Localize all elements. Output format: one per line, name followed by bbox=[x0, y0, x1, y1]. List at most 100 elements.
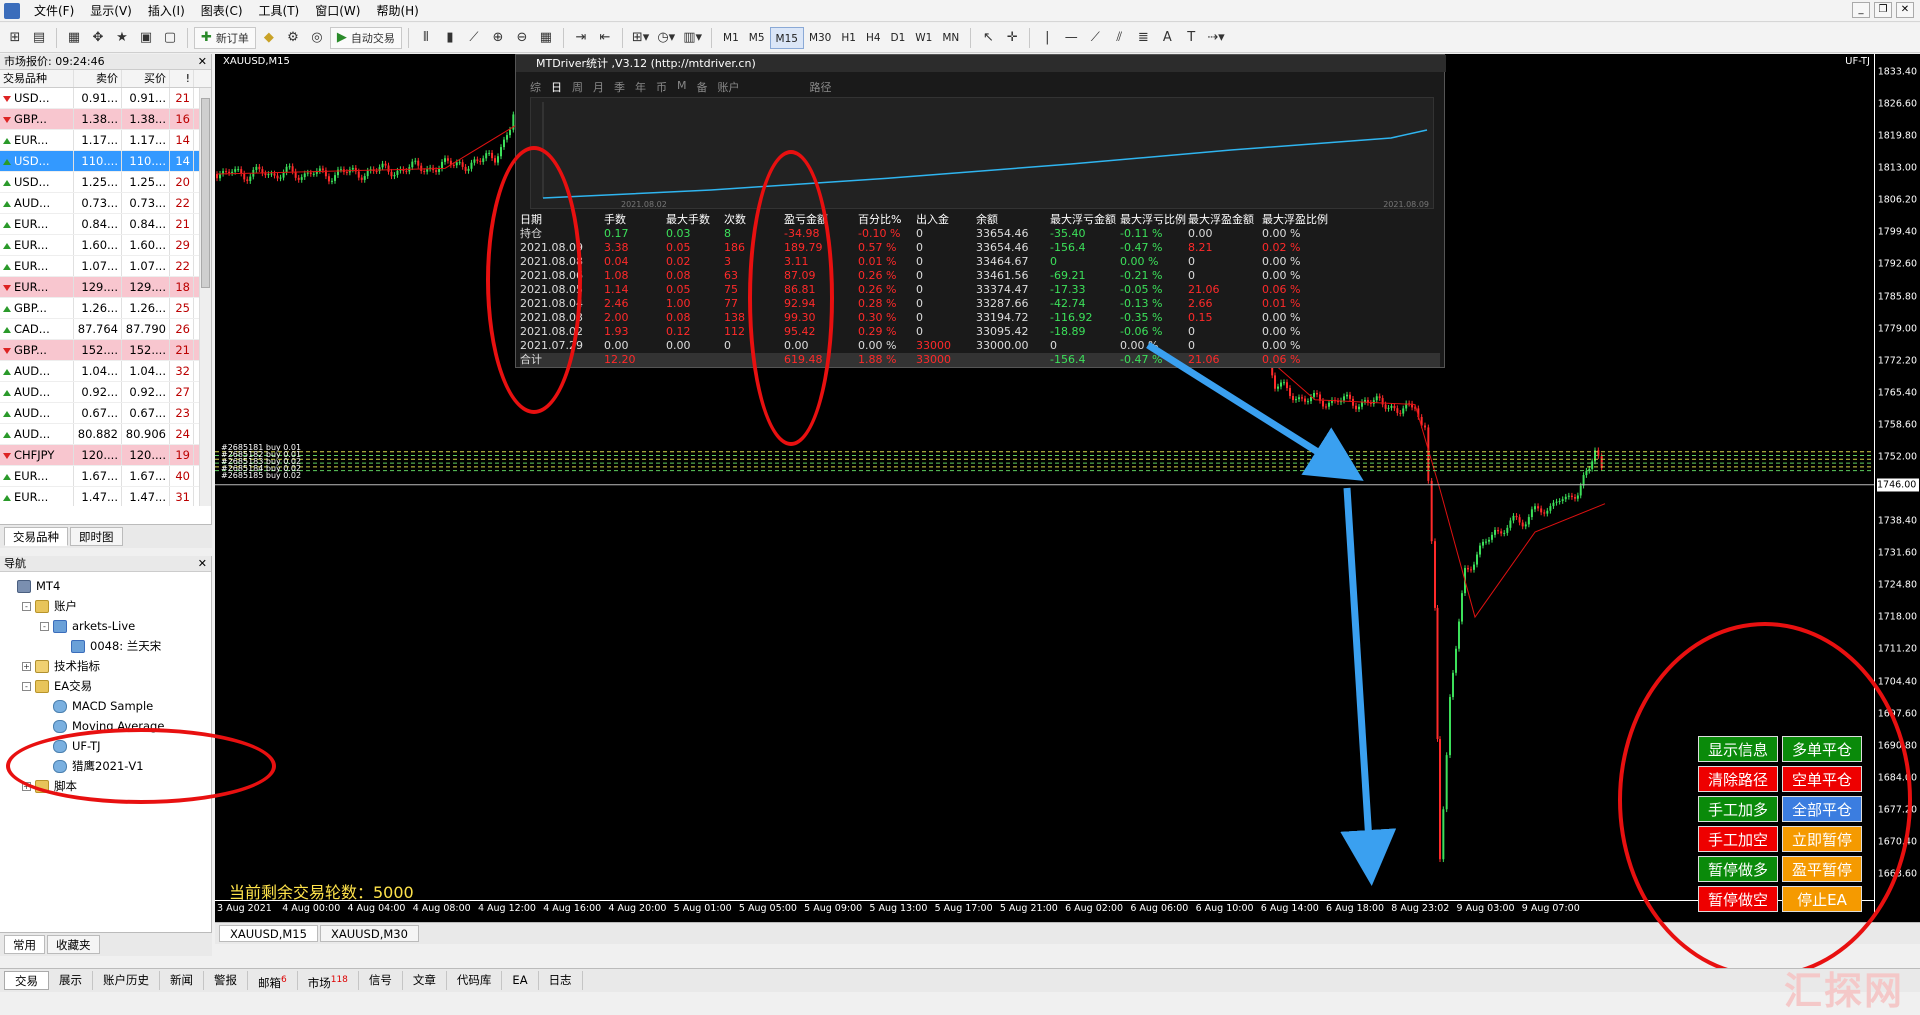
timeframe-mn[interactable]: MN bbox=[937, 27, 964, 49]
terminal-tab[interactable]: 日志 bbox=[539, 971, 583, 990]
nav-item[interactable]: - EA交易 bbox=[0, 676, 211, 696]
close-icon[interactable]: ✕ bbox=[198, 54, 207, 70]
terminal-tab[interactable]: 新闻 bbox=[160, 971, 204, 990]
terminal-tab[interactable]: 信号 bbox=[359, 971, 403, 990]
timeframe-m15[interactable]: M15 bbox=[769, 26, 804, 49]
arrows-icon[interactable]: ⇢▾ bbox=[1204, 27, 1227, 49]
tab-symbols[interactable]: 交易品种 bbox=[4, 527, 68, 546]
time-axis[interactable]: 3 Aug 2021 4 Aug 00:00 4 Aug 04:00 4 Aug 08… bbox=[215, 900, 1874, 918]
collapse-icon[interactable]: - bbox=[22, 601, 31, 611]
tile-windows-icon[interactable]: ▦ bbox=[535, 27, 557, 49]
label-icon[interactable]: T bbox=[1180, 27, 1202, 49]
terminal-tab[interactable]: 交易 bbox=[4, 971, 49, 990]
timeframe-h1[interactable]: H1 bbox=[836, 27, 861, 49]
stats-tab[interactable]: 季 bbox=[614, 79, 625, 95]
market-watch-row[interactable]: CAD... 87.764 87.790 26 bbox=[0, 319, 211, 340]
market-watch-row[interactable]: GBP... 152.... 152.... 21 bbox=[0, 340, 211, 361]
metaeditor-icon[interactable]: ◆ bbox=[258, 27, 280, 49]
col-symbol[interactable]: 交易品种 bbox=[0, 70, 74, 87]
stats-tab[interactable]: 周 bbox=[572, 79, 583, 95]
market-watch-row[interactable]: USD... 110.... 110.... 14 bbox=[0, 151, 211, 172]
trendline-icon[interactable]: ⟋ bbox=[1084, 27, 1106, 49]
market-watch-row[interactable]: EUR... 1.17... 1.17... 14 bbox=[0, 130, 211, 151]
horizontal-line-icon[interactable]: — bbox=[1060, 27, 1082, 49]
profiles-icon[interactable]: ▤ bbox=[28, 27, 50, 49]
stats-tab[interactable]: 币 bbox=[656, 79, 667, 95]
market-watch-row[interactable]: GBP... 1.26... 1.26... 25 bbox=[0, 298, 211, 319]
timeframe-m30[interactable]: M30 bbox=[804, 27, 836, 49]
restore-icon[interactable]: ❐ bbox=[1874, 2, 1892, 18]
market-watch-row[interactable]: GBP... 1.38... 1.38... 16 bbox=[0, 109, 211, 130]
market-watch-row[interactable]: EUR... 0.84... 0.84... 21 bbox=[0, 214, 211, 235]
autoscroll-icon[interactable]: ⇥ bbox=[570, 27, 592, 49]
candle-chart-icon[interactable]: ▮ bbox=[439, 27, 461, 49]
terminal-tab[interactable]: 代码库 bbox=[447, 971, 503, 990]
tab-chart-m30[interactable]: XAUUSD,M30 bbox=[319, 925, 419, 942]
cursor-icon[interactable]: ↖ bbox=[977, 27, 999, 49]
navigator-icon[interactable]: ★ bbox=[111, 27, 133, 49]
indicators-icon[interactable]: ⊞▾ bbox=[629, 27, 652, 49]
market-watch-row[interactable]: AUD... 0.73... 0.73... 22 bbox=[0, 193, 211, 214]
nav-item[interactable]: MT4 bbox=[0, 576, 211, 596]
zoom-in-icon[interactable]: ⊕ bbox=[487, 27, 509, 49]
crosshair-icon[interactable]: ✛ bbox=[1001, 27, 1023, 49]
market-watch-row[interactable]: EUR... 129.... 129.... 18 bbox=[0, 277, 211, 298]
market-watch-scrollbar[interactable] bbox=[199, 88, 211, 506]
chart-shift-icon[interactable]: ⇤ bbox=[594, 27, 616, 49]
col-bid[interactable]: 卖价 bbox=[74, 70, 122, 87]
menu-item-1[interactable]: 显示(V) bbox=[82, 0, 140, 22]
tab-tick-chart[interactable]: 即时图 bbox=[70, 527, 123, 546]
period-icon[interactable]: ◷▾ bbox=[654, 27, 678, 49]
nav-item[interactable]: - arkets-Live bbox=[0, 616, 211, 636]
signals-icon[interactable]: ◎ bbox=[306, 27, 328, 49]
stats-tab[interactable]: 账户 bbox=[718, 79, 740, 95]
market-watch-row[interactable]: EUR... 1.60... 1.60... 29 bbox=[0, 235, 211, 256]
fibo-icon[interactable]: ≣ bbox=[1132, 27, 1154, 49]
menu-item-5[interactable]: 窗口(W) bbox=[307, 0, 368, 22]
terminal-tab[interactable]: 邮箱6 bbox=[248, 971, 298, 990]
nav-item[interactable]: - 账户 bbox=[0, 596, 211, 616]
timeframe-m1[interactable]: M1 bbox=[718, 27, 744, 49]
zoom-out-icon[interactable]: ⊖ bbox=[511, 27, 533, 49]
nav-item[interactable]: MACD Sample bbox=[0, 696, 211, 716]
data-window-icon[interactable]: ✥ bbox=[87, 27, 109, 49]
market-watch-row[interactable]: AUD... 80.882 80.906 24 bbox=[0, 424, 211, 445]
terminal-tab[interactable]: 警报 bbox=[204, 971, 248, 990]
col-spread[interactable]: ! bbox=[170, 70, 194, 87]
collapse-icon[interactable]: - bbox=[40, 621, 49, 631]
stats-tab[interactable]: 路径 bbox=[810, 79, 832, 95]
timeframe-m5[interactable]: M5 bbox=[744, 27, 770, 49]
market-watch-row[interactable]: EUR... 1.67... 1.67... 40 bbox=[0, 466, 211, 487]
auto-trade-button[interactable]: ▶ 自动交易 bbox=[329, 26, 402, 49]
market-watch-row[interactable]: AUD... 1.04... 1.04... 32 bbox=[0, 361, 211, 382]
terminal-tab[interactable]: 文章 bbox=[403, 971, 447, 990]
options-icon[interactable]: ⚙ bbox=[282, 27, 304, 49]
market-watch-row[interactable]: USD... 1.25... 1.25... 20 bbox=[0, 172, 211, 193]
menu-item-2[interactable]: 插入(I) bbox=[140, 0, 193, 22]
terminal-tab[interactable]: 展示 bbox=[49, 971, 93, 990]
stats-tab[interactable]: 备 bbox=[697, 79, 708, 95]
new-chart-icon[interactable]: ⊞ bbox=[4, 27, 26, 49]
stats-tab[interactable]: 年 bbox=[635, 79, 646, 95]
tab-common[interactable]: 常用 bbox=[4, 935, 45, 954]
col-ask[interactable]: 买价 bbox=[122, 70, 170, 87]
close-icon[interactable]: ✕ bbox=[1896, 2, 1914, 18]
market-watch-row[interactable]: AUD... 0.92... 0.92... 27 bbox=[0, 382, 211, 403]
timeframe-w1[interactable]: W1 bbox=[910, 27, 937, 49]
channel-icon[interactable]: ⫽ bbox=[1108, 27, 1130, 49]
stats-tab[interactable]: 日 bbox=[551, 79, 562, 95]
terminal-tab[interactable]: 市场118 bbox=[298, 971, 359, 990]
market-watch-row[interactable]: USD... 0.91... 0.91... 21 bbox=[0, 88, 211, 109]
stats-tab[interactable]: 月 bbox=[593, 79, 604, 95]
market-watch-icon[interactable]: ▦ bbox=[63, 27, 85, 49]
templates-icon[interactable]: ▥▾ bbox=[680, 27, 705, 49]
menu-item-6[interactable]: 帮助(H) bbox=[368, 0, 426, 22]
close-icon[interactable]: ✕ bbox=[198, 556, 207, 572]
tester-icon[interactable]: ▢ bbox=[159, 27, 181, 49]
stats-tab[interactable]: M bbox=[677, 79, 687, 95]
market-watch-row[interactable]: EUR... 1.07... 1.07... 22 bbox=[0, 256, 211, 277]
timeframe-d1[interactable]: D1 bbox=[886, 27, 911, 49]
terminal-icon[interactable]: ▣ bbox=[135, 27, 157, 49]
terminal-tab[interactable]: 账户历史 bbox=[93, 971, 160, 990]
stats-tab[interactable]: 综 bbox=[530, 79, 541, 95]
